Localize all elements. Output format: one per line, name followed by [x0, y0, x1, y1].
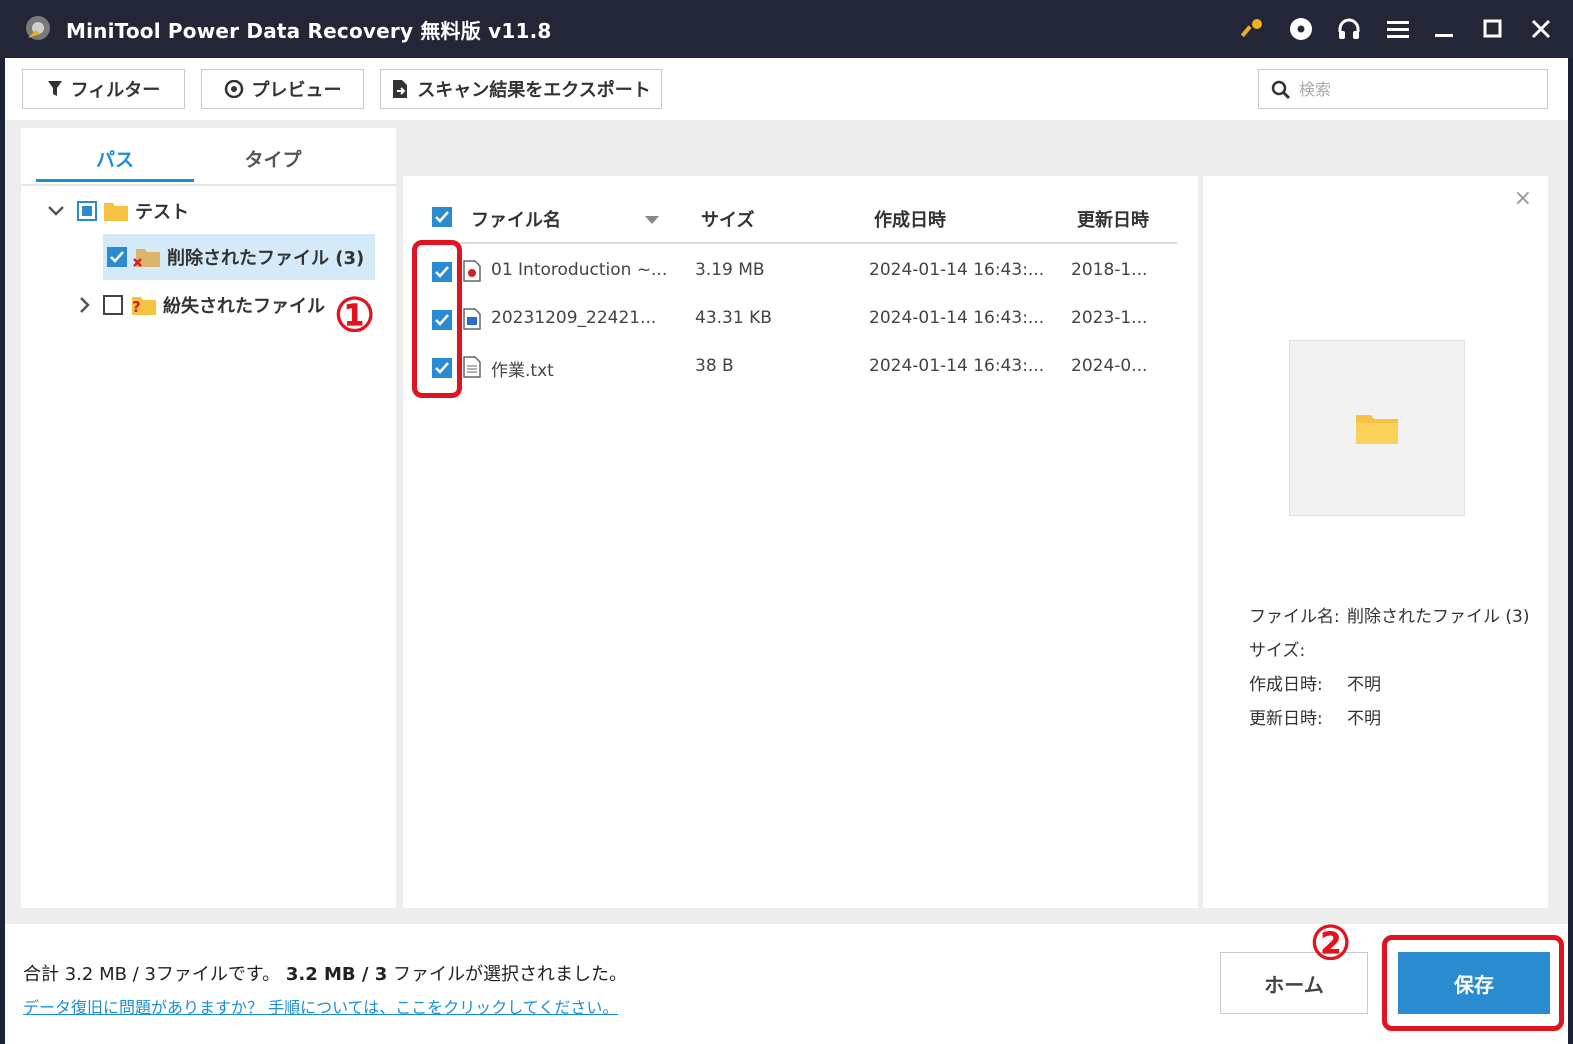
- left-panel: パス タイプ テスト 削除されたファイル (3) ? 紛失されたファイル: [21, 128, 396, 908]
- file-created: 2024-01-14 16:43:...: [869, 260, 1045, 280]
- search-icon: [1271, 80, 1291, 100]
- tab-divider: [21, 184, 396, 186]
- minimize-icon[interactable]: [1430, 14, 1460, 44]
- preview-button-label: プレビュー: [251, 80, 342, 101]
- tree-item-deleted-files[interactable]: 削除されたファイル (3): [103, 234, 375, 280]
- file-size: 38 B: [695, 356, 734, 376]
- menu-icon[interactable]: [1383, 14, 1413, 44]
- selection-summary: 合計 3.2 MB / 3ファイルです。 3.2 MB / 3 ファイルが選択さ…: [23, 964, 627, 985]
- file-list-header: ファイル名 サイズ 作成日時 更新日時: [419, 194, 1177, 244]
- preview-button[interactable]: プレビュー: [201, 69, 364, 109]
- preview-info-size: サイズ:: [1249, 641, 1306, 661]
- column-header-name[interactable]: ファイル名: [471, 206, 561, 232]
- tree-label-test: テスト: [135, 202, 189, 223]
- filter-icon: [47, 81, 62, 96]
- export-file-icon: [393, 80, 408, 98]
- help-link[interactable]: データ復旧に問題がありますか？ 手順については、ここをクリックしてください。: [23, 994, 618, 1018]
- file-modified: 2018-1...: [1071, 260, 1148, 280]
- file-name: 20231209_22421...: [491, 308, 657, 328]
- preview-info-created: 作成日時: 不明: [1249, 675, 1381, 695]
- preview-info-modified: 更新日時: 不明: [1249, 709, 1381, 729]
- chevron-right-icon[interactable]: [79, 296, 91, 314]
- image-file-icon: [463, 308, 481, 330]
- file-modified: 2024-0...: [1071, 356, 1148, 376]
- app-title: MiniTool Power Data Recovery 無料版 v11.8: [66, 19, 552, 43]
- table-row[interactable]: 20231209_22421... 43.31 KB 2024-01-14 16…: [419, 296, 1177, 344]
- filter-button[interactable]: フィルター: [22, 69, 185, 109]
- tree-item-test[interactable]: テスト: [47, 188, 377, 234]
- column-header-size[interactable]: サイズ: [701, 206, 754, 232]
- svg-text:?: ?: [132, 298, 141, 316]
- file-list-panel: ファイル名 サイズ 作成日時 更新日時 01 Intoroduction ~..…: [403, 176, 1198, 908]
- export-scan-button[interactable]: スキャン結果をエクスポート: [380, 69, 662, 109]
- annotation-number-2: ②: [1310, 916, 1352, 970]
- table-row[interactable]: 01 Intoroduction ~... 3.19 MB 2024-01-14…: [419, 248, 1177, 296]
- file-created: 2024-01-14 16:43:...: [869, 308, 1045, 328]
- preview-info-name: ファイル名: 削除されたファイル (3): [1249, 607, 1530, 627]
- filter-button-label: フィルター: [70, 80, 161, 101]
- tree-label-lost: 紛失されたファイル: [163, 296, 325, 317]
- tab-path[interactable]: パス: [36, 140, 194, 182]
- table-row[interactable]: 作業.txt 38 B 2024-01-14 16:43:... 2024-0.…: [419, 344, 1177, 392]
- close-icon[interactable]: [1526, 14, 1556, 44]
- key-icon[interactable]: [1238, 14, 1268, 44]
- annotation-box-2: [1382, 935, 1564, 1031]
- tree-checkbox-test[interactable]: [77, 201, 97, 221]
- export-button-label: スキャン結果をエクスポート: [417, 80, 651, 101]
- tree-checkbox-deleted[interactable]: [107, 247, 127, 267]
- file-size: 43.31 KB: [695, 308, 772, 328]
- annotation-number-1: ①: [334, 288, 376, 342]
- search-box[interactable]: [1258, 69, 1548, 109]
- toolbar: フィルター プレビュー スキャン結果をエクスポート: [5, 58, 1568, 120]
- media-file-icon: [463, 260, 481, 282]
- file-size: 3.19 MB: [695, 260, 765, 280]
- sort-down-icon[interactable]: [645, 216, 659, 224]
- tree-checkbox-lost[interactable]: [103, 295, 123, 315]
- disc-icon[interactable]: [1286, 14, 1316, 44]
- tree-label-deleted: 削除されたファイル (3): [167, 248, 365, 269]
- preview-close-icon[interactable]: ×: [1514, 186, 1532, 211]
- folder-icon: [1356, 415, 1398, 444]
- column-header-modified[interactable]: 更新日時: [1077, 206, 1149, 232]
- text-file-icon: [463, 356, 481, 378]
- chevron-down-icon[interactable]: [47, 205, 65, 217]
- preview-thumbnail: [1289, 340, 1465, 516]
- title-bar: MiniTool Power Data Recovery 無料版 v11.8: [0, 0, 1573, 58]
- headphones-icon[interactable]: [1334, 14, 1364, 44]
- eye-icon: [224, 80, 243, 98]
- file-modified: 2023-1...: [1071, 308, 1148, 328]
- column-header-created[interactable]: 作成日時: [874, 206, 946, 232]
- maximize-icon[interactable]: [1478, 14, 1508, 44]
- file-name: 作業.txt: [491, 361, 554, 381]
- file-name: 01 Intoroduction ~...: [491, 260, 668, 280]
- file-created: 2024-01-14 16:43:...: [869, 356, 1045, 376]
- app-logo-icon: [26, 16, 50, 40]
- lost-folder-icon: ?: [132, 297, 156, 316]
- search-input[interactable]: [1299, 76, 1539, 102]
- select-all-checkbox[interactable]: [432, 207, 452, 227]
- folder-icon: [104, 203, 128, 221]
- deleted-folder-icon: [133, 249, 160, 267]
- annotation-box-1: [412, 240, 462, 398]
- preview-panel: × ファイル名: 削除されたファイル (3) サイズ: 作成日時: 不明 更新日時:…: [1203, 176, 1548, 908]
- main-window: フィルター プレビュー スキャン結果をエクスポート パス タイプ テスト: [5, 58, 1568, 1044]
- tab-type[interactable]: タイプ: [194, 140, 352, 182]
